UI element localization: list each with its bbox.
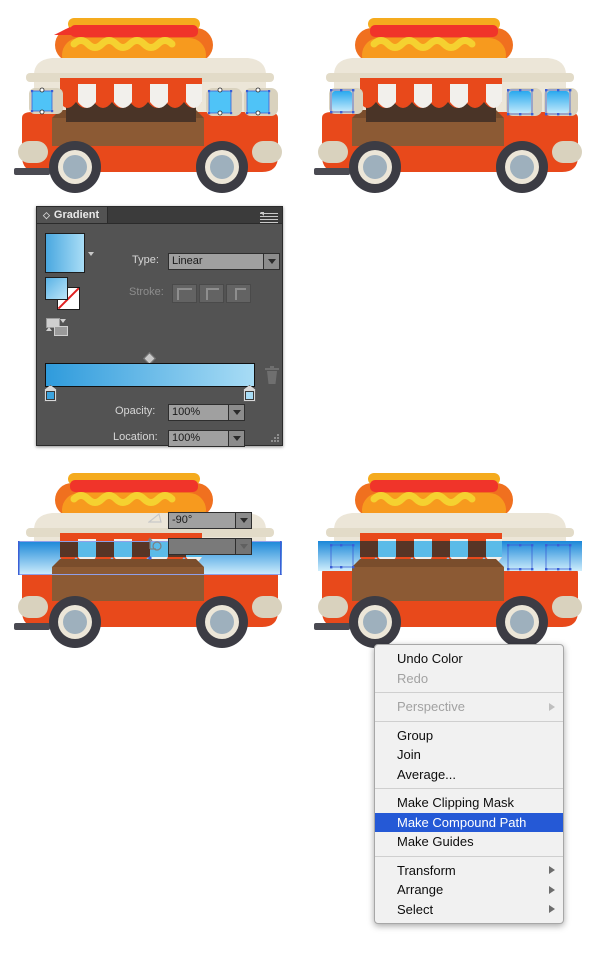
gradient-aspect-input [168,538,252,555]
truck-art [314,18,582,193]
menu-item-perspective: Perspective [375,697,563,717]
menu-separator [375,692,563,693]
menu-item-label: Undo Color [397,651,463,666]
menu-item-redo: Redo [375,669,563,689]
window-rear-1 [506,88,542,116]
wheel-rear [496,141,548,193]
window-rear-2 [544,88,578,116]
gradient-panel-body: Type: Linear Stroke: -90° Opacity: 100% … [37,224,282,555]
panel-resize-grip[interactable] [271,434,280,443]
wheel-front [349,141,401,193]
menu-item-label: Make Clipping Mask [397,795,515,810]
fill-stroke-swatches[interactable] [45,277,80,310]
truck-art [14,18,282,193]
opacity-label: Opacity: [115,405,156,417]
artboard-truck-window-gradients[interactable] [300,0,600,200]
gradient-angle-input[interactable]: -90° [168,512,252,529]
angle-icon [148,512,162,523]
menu-item-label: Select [397,901,434,917]
menu-separator [375,855,563,857]
gradient-angle-value: -90° [172,514,193,526]
gradient-preview-swatch[interactable] [45,233,85,273]
tab-gradient-label: Gradient [53,209,100,221]
artboard-truck-compound-selected[interactable] [300,455,600,655]
menu-item-undo-color[interactable]: Undo Color [375,649,563,669]
window-rear-1 [206,88,242,116]
opacity-chevron-down-icon[interactable] [228,405,244,420]
menu-item-label: Perspective [397,699,465,714]
truck-art [314,473,582,648]
opacity-value: 100% [172,406,201,418]
artboard-truck-plain[interactable] [0,0,300,200]
menu-separator [375,720,563,722]
location-label: Location: [113,431,158,443]
gradient-stop-end[interactable] [243,385,256,402]
submenu-arrow-icon [549,905,555,914]
opacity-input[interactable]: 100% [168,404,245,421]
location-value: 100% [172,432,201,444]
menu-item-label: Redo [397,670,429,686]
submenu-arrow-icon [549,702,555,711]
menu-separator [375,788,563,789]
gradient-ramp[interactable] [45,363,255,387]
location-input[interactable]: 100% [168,430,245,447]
panel-menu-icon[interactable] [260,211,278,223]
panel-grip-icon: ◇ [43,209,50,220]
menu-item-label: Make Guides [397,834,474,849]
menu-item-group[interactable]: Group [375,726,563,746]
menu-item-select[interactable]: Select [375,900,563,920]
window-rear-2 [244,88,278,116]
wheel-rear [196,596,248,648]
window-front [329,88,363,114]
menu-item-make-clipping-mask[interactable]: Make Clipping Mask [375,793,563,813]
artboard-truck-compound-gradient[interactable] [0,455,300,655]
menu-item-label: Join [397,747,421,762]
gradient-panel[interactable]: ◇ Gradient Type: Linear Stroke: -90° Opa… [36,206,283,555]
fill-swatch-gradient[interactable] [45,277,68,300]
type-label: Type: [132,254,159,266]
stroke-apply-across-icon[interactable] [226,284,251,303]
stroke-apply-along-icon[interactable] [199,284,224,303]
wheel-front [49,141,101,193]
gradient-type-select[interactable]: Linear [168,253,280,270]
tab-gradient[interactable]: ◇ Gradient [37,207,109,223]
wheel-rear [496,596,548,648]
canvas: ◇ Gradient Type: Linear Stroke: -90° Opa… [0,0,600,957]
window-front [29,88,63,114]
menu-item-join[interactable]: Join [375,745,563,765]
menu-item-make-compound-path[interactable]: Make Compound Path [375,812,563,832]
gradient-aspect-chevron-down-icon [235,539,251,554]
gradient-ramp-area[interactable] [44,352,279,402]
wheel-rear [196,141,248,193]
stroke-gradient-buttons[interactable] [172,284,251,303]
panel-tab-bar: ◇ Gradient [37,207,282,224]
submenu-arrow-icon [549,866,555,875]
gradient-type-chevron-down-icon[interactable] [263,254,279,269]
wheel-front [349,596,401,648]
gradient-angle-chevron-down-icon[interactable] [235,513,251,528]
gradient-preset-chevron-down-icon[interactable] [88,252,94,256]
menu-item-label: Average... [397,766,457,782]
submenu-arrow-icon [549,885,555,894]
reverse-gradient-icon[interactable] [46,318,70,336]
wheel-front [49,596,101,648]
trash-icon[interactable] [265,366,279,385]
menu-item-label: Arrange [397,882,444,897]
menu-item-transform[interactable]: Transform [375,861,563,881]
context-menu[interactable]: Undo Color Redo Perspective Group Join Averag… [374,644,564,924]
menu-item-label: Transform [397,862,456,878]
menu-item-make-guides[interactable]: Make Guides [375,832,563,852]
truck-art [14,473,282,648]
menu-item-average[interactable]: Average... [375,765,563,785]
stroke-label: Stroke: [129,286,164,298]
gradient-stop-start[interactable] [44,385,57,402]
location-chevron-down-icon[interactable] [228,431,244,446]
menu-item-arrange[interactable]: Arrange [375,880,563,900]
menu-item-label: Group [397,727,434,743]
menu-item-label: Make Compound Path [397,814,527,830]
stroke-apply-within-icon[interactable] [172,284,197,303]
gradient-type-value: Linear [172,255,203,267]
aspect-ratio-icon [147,537,163,552]
